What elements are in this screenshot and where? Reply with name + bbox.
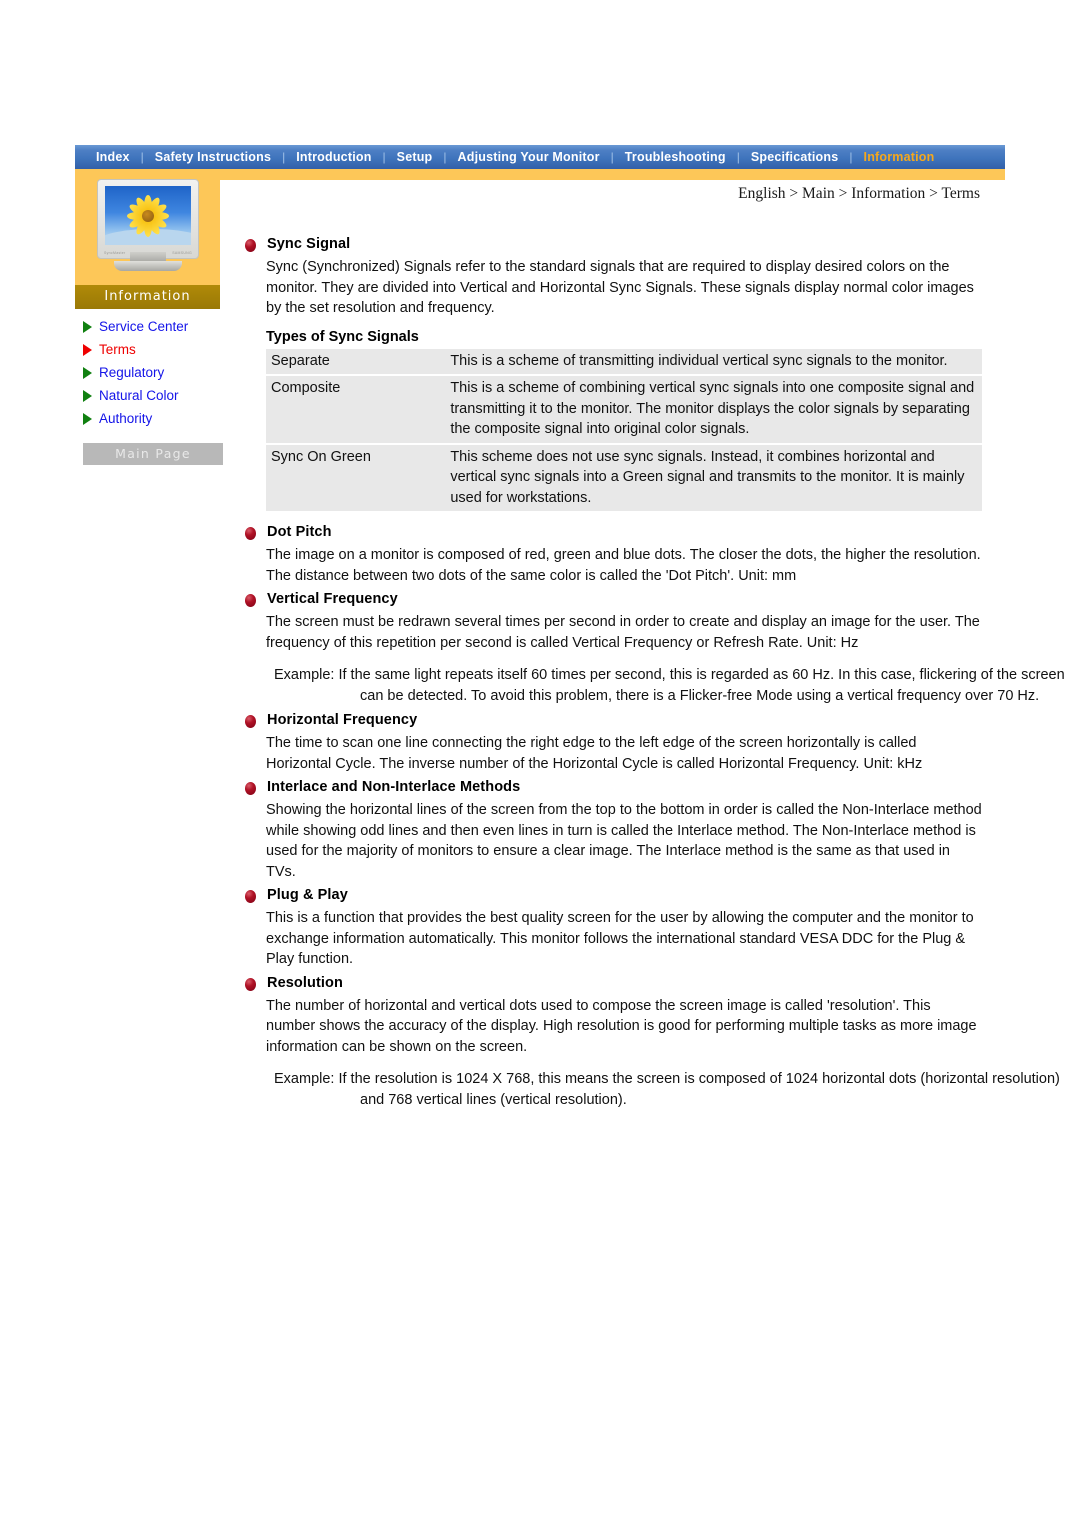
section-heading: Resolution [245,975,985,991]
table-cell-name: Sync On Green [266,444,446,511]
red-bullet-icon [245,890,256,903]
table-cell-description: This scheme does not use sync signals. I… [445,444,982,511]
section-title: Sync Signal [267,236,351,252]
triangle-red-icon [83,343,92,356]
table-cell-name: Composite [266,376,446,443]
sidebar-item-regulatory[interactable]: Regulatory [75,361,220,384]
nav-item-specifications[interactable]: Specifications [740,145,850,169]
section-title: Interlace and Non-Interlace Methods [267,779,521,795]
nav-item-information[interactable]: Information [853,145,946,169]
sidebar-item-terms[interactable]: Terms [75,338,220,361]
red-bullet-icon [245,527,256,540]
table-row: Sync On Green This scheme does not use sy… [266,444,982,511]
sidebar: SyncMaster SAMSUNG Information Service C… [75,172,223,465]
section-heading: Horizontal Frequency [245,712,985,728]
nav-item-troubleshooting[interactable]: Troubleshooting [614,145,737,169]
monitor-icon: SyncMaster SAMSUNG [97,179,199,259]
triangle-green-icon [83,366,92,379]
section-paragraph: Showing the horizontal lines of the scre… [266,802,982,880]
example-note: Example: If the resolution is 1024 X 768… [274,1071,1060,1108]
table-cell-description: This is a scheme of combining vertical s… [445,376,982,443]
sidebar-item-natural-color[interactable]: Natural Color [75,384,220,407]
section-paragraph: The time to scan one line connecting the… [266,735,923,772]
main-content: Sync Signal Sync (Synchronized) Signals r… [245,236,1065,1116]
table-row: Separate This is a scheme of transmitting… [266,348,982,374]
sidebar-item-label: Terms [99,342,136,357]
section-paragraph: The screen must be redrawn several times… [266,614,980,651]
nav-item-introduction[interactable]: Introduction [285,145,382,169]
section-title: Plug & Play [267,887,348,903]
red-bullet-icon [245,715,256,728]
section-paragraph: The number of horizontal and vertical do… [266,997,977,1055]
triangle-green-icon [83,320,92,333]
sidebar-item-label: Regulatory [99,365,165,380]
section-heading: Interlace and Non-Interlace Methods [245,779,985,795]
sidebar-item-label: Service Center [99,319,189,334]
table-row: Composite This is a scheme of combining v… [266,376,982,443]
section-heading: Sync Signal [245,236,985,252]
sidebar-item-authority[interactable]: Authority [75,407,220,430]
sync-table-heading: Types of Sync Signals [266,328,419,345]
section-title: Horizontal Frequency [267,712,418,728]
section-title: Resolution [267,974,343,991]
red-bullet-icon [245,782,256,795]
breadcrumb: English > Main > Information > Terms [738,185,980,202]
triangle-green-icon [83,389,92,402]
top-navigation-bar: Index | Safety Instructions | Introduction | S… [75,145,1005,169]
section-paragraph: The image on a monitor is composed of re… [266,547,981,584]
page-root: Index | Safety Instructions | Introduction | S… [0,0,1080,1528]
section-heading: Dot Pitch [245,524,985,540]
monitor-brand-right: SAMSUNG [172,251,192,255]
red-bullet-icon [245,977,256,991]
nav-item-index[interactable]: Index [85,145,141,169]
section-title: Dot Pitch [267,524,332,540]
sidebar-item-service-center[interactable]: Service Center [75,315,220,338]
main-page-button[interactable]: Main Page [83,443,223,465]
section-heading: Vertical Frequency [245,591,985,607]
red-bullet-icon [245,594,256,607]
monitor-brand-left: SyncMaster [104,251,126,255]
nav-item-adjusting-your-monitor[interactable]: Adjusting Your Monitor [447,145,611,169]
section-heading: Plug & Play [245,887,985,903]
sidebar-section-banner: Information [75,285,220,309]
sunflower-icon [127,194,169,237]
section-paragraph: This is a function that provides the bes… [266,910,974,967]
example-note: Example: If the same light repeats itsel… [274,667,1065,704]
sidebar-item-label: Natural Color [99,388,179,403]
table-cell-description: This is a scheme of transmitting individ… [445,348,982,374]
monitor-base [113,261,182,271]
table-cell-name: Separate [266,348,446,374]
section-title: Vertical Frequency [267,591,398,607]
sidebar-link-list: Service Center Terms Regulatory Natural Col… [75,309,220,430]
sync-signal-types-table: Separate This is a scheme of transmitting… [266,347,982,514]
nav-item-setup[interactable]: Setup [386,145,444,169]
sunflower-center [142,209,154,222]
section-paragraph: Sync (Synchronized) Signals refer to the… [266,259,974,316]
triangle-green-icon [83,412,92,425]
nav-item-safety-instructions[interactable]: Safety Instructions [144,145,282,169]
sidebar-item-label: Authority [99,411,153,426]
monitor-illustration: SyncMaster SAMSUNG [75,172,220,285]
monitor-screen [105,186,191,245]
red-bullet-icon [245,239,256,252]
